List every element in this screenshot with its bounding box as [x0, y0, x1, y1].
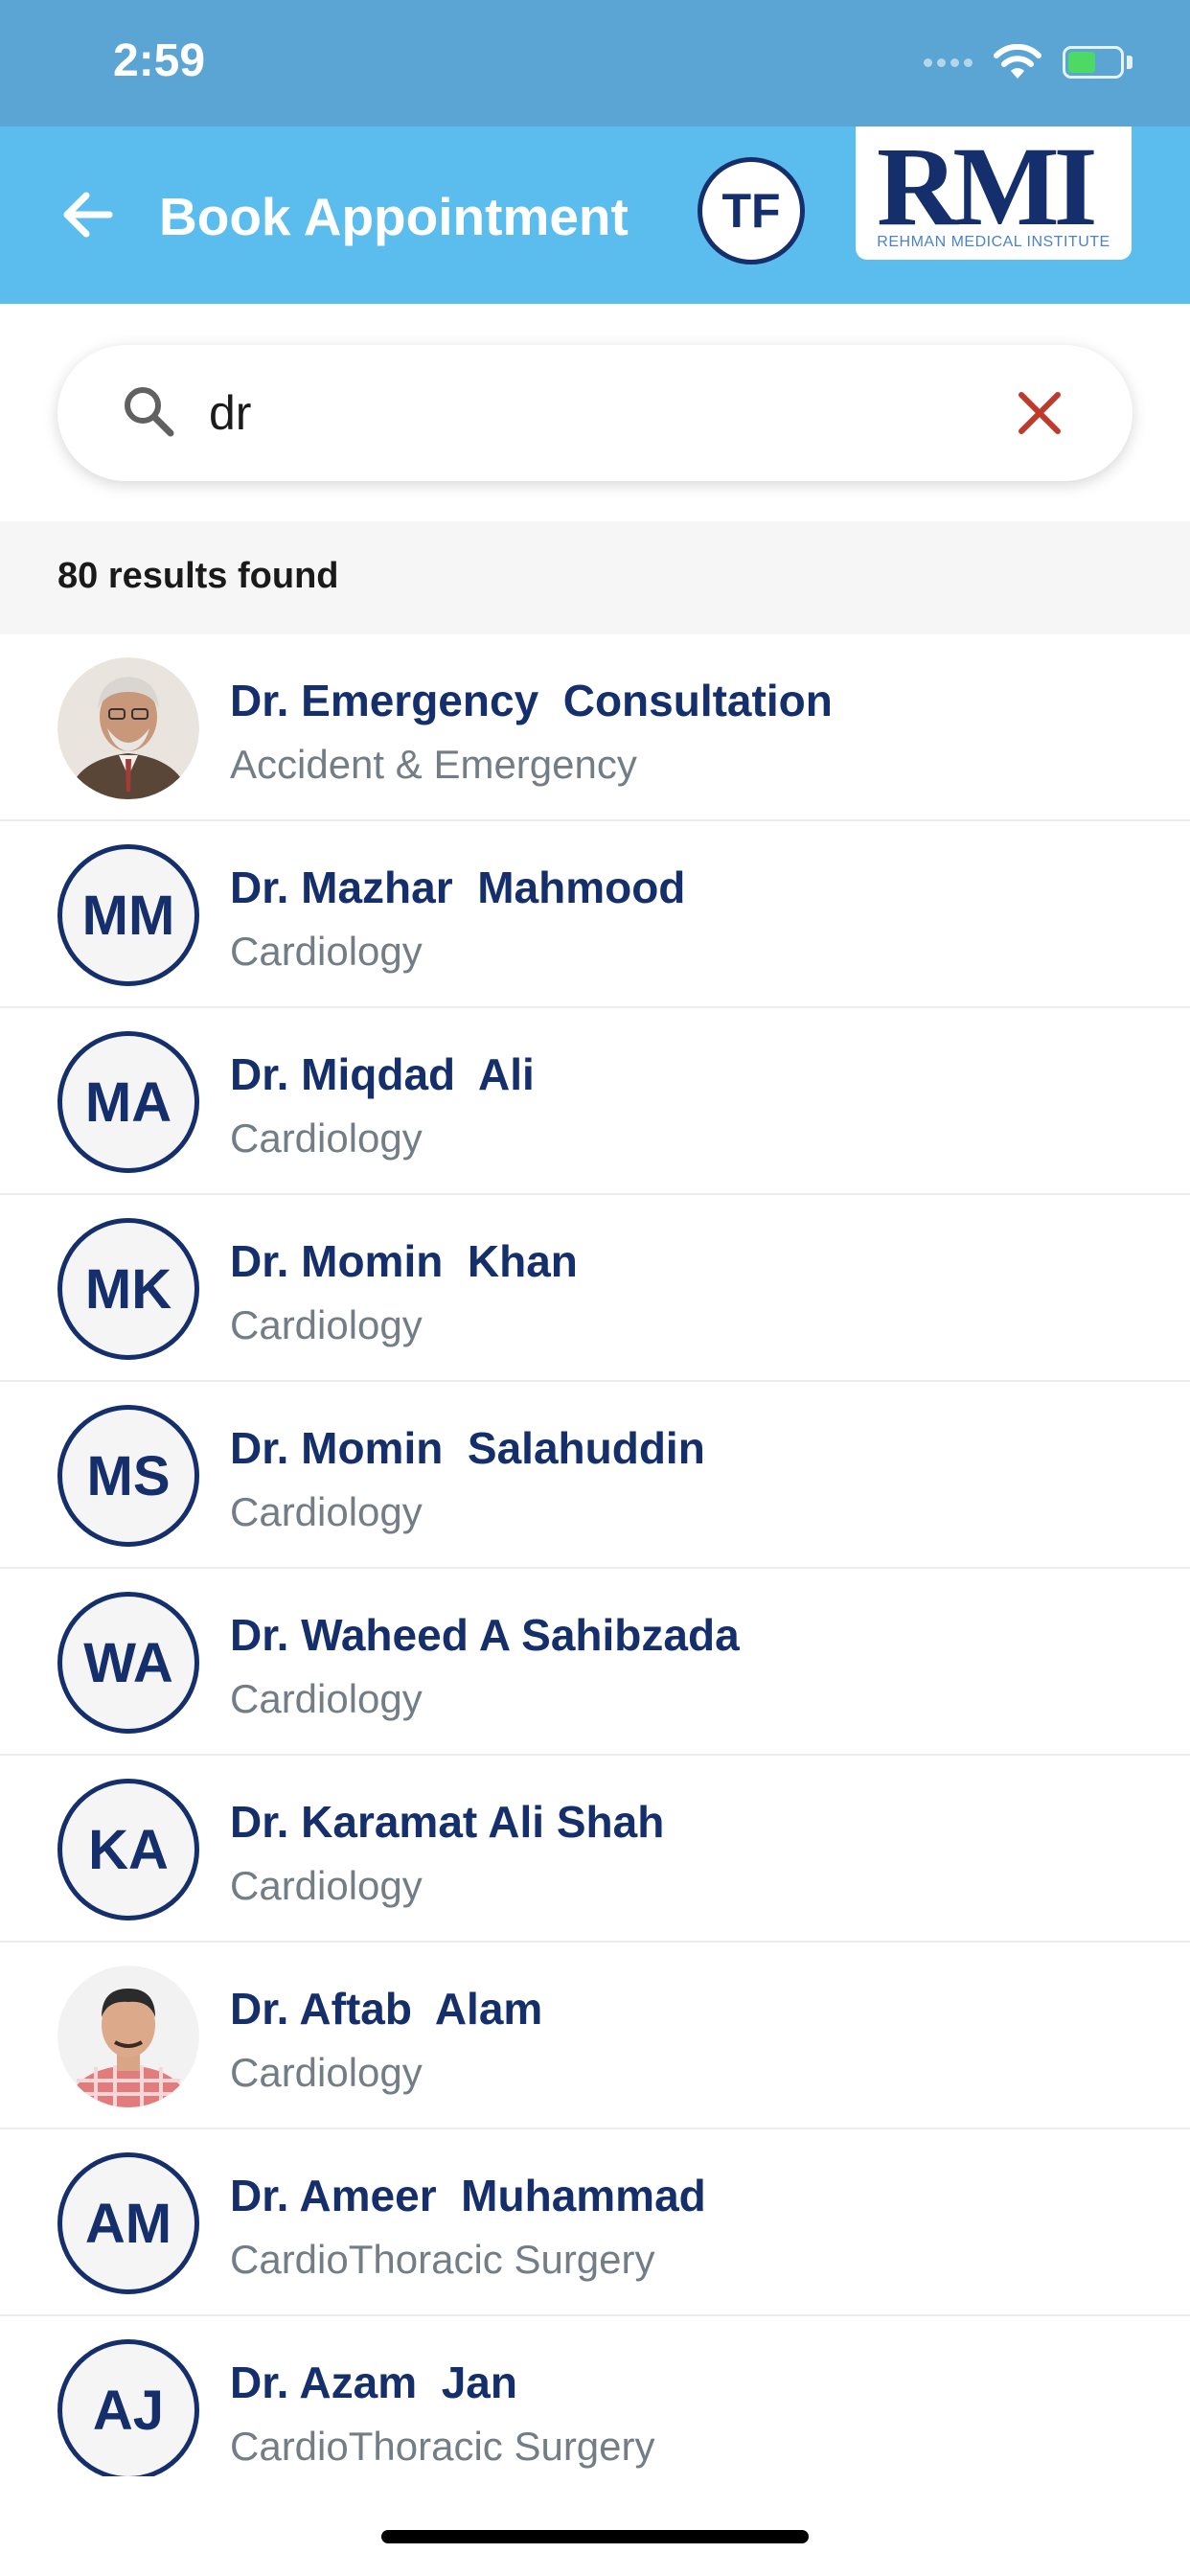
results-bar: 80 results found: [0, 521, 1190, 634]
search-icon: [125, 387, 174, 437]
doctor-photo: [57, 1966, 199, 2107]
doctor-list-item[interactable]: AM Dr. Ameer Muhammad CardioThoracic Sur…: [0, 2129, 1190, 2316]
doctor-list: Dr. Emergency Consultation Accident & Em…: [0, 634, 1190, 2476]
logo-tagline: REHMAN MEDICAL INSTITUTE: [877, 234, 1110, 250]
user-avatar[interactable]: TF: [698, 157, 805, 264]
doctor-name: Dr. Aftab Alam: [230, 1984, 543, 2034]
doctor-name: Dr. Emergency Consultation: [230, 676, 833, 725]
status-icons: [924, 38, 1133, 86]
doctor-initials-avatar: MM: [57, 844, 199, 986]
signal-icon: [924, 58, 973, 67]
doctor-specialty: Cardiology: [230, 1489, 423, 1534]
doctor-initials-avatar: AM: [57, 2152, 199, 2294]
back-button[interactable]: [54, 180, 123, 249]
doctor-name: Dr. Momin Khan: [230, 1236, 578, 1286]
doctor-specialty: Cardiology: [230, 1302, 423, 1347]
doctor-name: Dr. Waheed A Sahibzada: [230, 1610, 740, 1660]
doctor-name: Dr. Ameer Muhammad: [230, 2171, 706, 2220]
doctor-specialty: Cardiology: [230, 929, 423, 974]
doctor-specialty: Cardiology: [230, 1676, 423, 1721]
doctor-list-item[interactable]: AJ Dr. Azam Jan CardioThoracic Surgery: [0, 2316, 1190, 2476]
doctor-photo: [57, 657, 199, 799]
doctor-initials-avatar: KA: [57, 1779, 199, 1920]
app-header: Book Appointment TF RMI REHMAN MEDICAL I…: [0, 126, 1190, 304]
doctor-list-item[interactable]: Dr. Emergency Consultation Accident & Em…: [0, 634, 1190, 821]
wifi-icon: [994, 44, 1041, 79]
close-icon: [1018, 392, 1061, 434]
doctor-specialty: CardioThoracic Surgery: [230, 2424, 655, 2469]
doctor-list-item[interactable]: MA Dr. Miqdad Ali Cardiology: [0, 1008, 1190, 1195]
logo-letters: RMI: [877, 124, 1098, 249]
back-arrow-icon: [63, 192, 113, 238]
doctor-name: Dr. Momin Salahuddin: [230, 1423, 705, 1473]
doctor-specialty: Accident & Emergency: [230, 742, 637, 787]
doctor-list-item[interactable]: KA Dr. Karamat Ali Shah Cardiology: [0, 1756, 1190, 1943]
doctor-name: Dr. Karamat Ali Shah: [230, 1797, 665, 1847]
status-time: 2:59: [113, 35, 206, 86]
battery-icon: [1063, 46, 1124, 79]
doctor-name: Dr. Azam Jan: [230, 2358, 517, 2407]
doctor-initials-avatar: AJ: [57, 2339, 199, 2476]
status-bar: 2:59: [0, 0, 1190, 126]
doctor-list-item[interactable]: Dr. Aftab Alam Cardiology: [0, 1943, 1190, 2129]
doctor-initials-avatar: MA: [57, 1031, 199, 1173]
home-indicator: [381, 2530, 809, 2543]
doctor-specialty: Cardiology: [230, 1116, 423, 1161]
doctor-initials-avatar: WA: [57, 1592, 199, 1734]
doctor-specialty: Cardiology: [230, 1863, 423, 1908]
search-bar: [57, 345, 1133, 481]
doctor-list-item[interactable]: MK Dr. Momin Khan Cardiology: [0, 1195, 1190, 1382]
doctor-name: Dr. Mazhar Mahmood: [230, 862, 686, 912]
doctor-list-item[interactable]: MS Dr. Momin Salahuddin Cardiology: [0, 1382, 1190, 1569]
doctor-initials-avatar: MK: [57, 1218, 199, 1360]
doctor-name: Dr. Miqdad Ali: [230, 1049, 535, 1099]
page-title: Book Appointment: [159, 187, 629, 246]
rmi-logo: RMI REHMAN MEDICAL INSTITUTE: [856, 126, 1132, 260]
doctor-specialty: Cardiology: [230, 2050, 423, 2095]
doctor-list-item[interactable]: WA Dr. Waheed A Sahibzada Cardiology: [0, 1569, 1190, 1756]
results-count: 80 results found: [57, 556, 339, 596]
clear-search-button[interactable]: [1010, 383, 1069, 443]
doctor-specialty: CardioThoracic Surgery: [230, 2237, 655, 2282]
doctor-initials-avatar: MS: [57, 1405, 199, 1547]
doctor-list-item[interactable]: MM Dr. Mazhar Mahmood Cardiology: [0, 821, 1190, 1008]
search-input[interactable]: [209, 380, 975, 447]
